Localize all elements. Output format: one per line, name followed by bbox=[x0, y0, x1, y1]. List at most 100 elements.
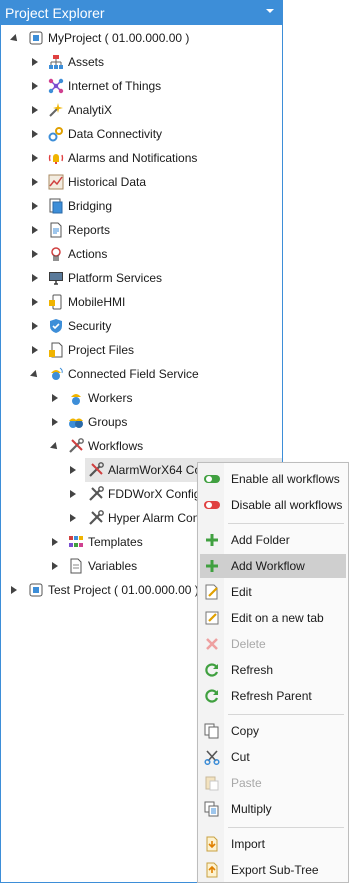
tree-node-label: Historical Data bbox=[68, 175, 147, 189]
scissors-icon bbox=[204, 750, 220, 765]
plus-icon bbox=[206, 560, 218, 572]
tree-node-label: Groups bbox=[88, 415, 128, 429]
expand-arrow-icon[interactable] bbox=[32, 106, 38, 114]
tree-node-label: Workers bbox=[88, 391, 133, 405]
tree-node-workflows[interactable]: Workflows bbox=[1, 434, 282, 458]
expand-arrow-icon[interactable] bbox=[32, 178, 38, 186]
tree-node-groups[interactable]: Groups bbox=[1, 410, 282, 434]
menu-item-label: Enable all workflows bbox=[231, 472, 340, 486]
edit-pencil-icon bbox=[205, 584, 218, 600]
expand-arrow-icon[interactable] bbox=[70, 466, 76, 474]
tree-node-platform-services[interactable]: Platform Services bbox=[1, 266, 282, 290]
menu-item-delete[interactable]: Delete bbox=[200, 632, 346, 656]
expand-arrow-icon[interactable] bbox=[32, 274, 38, 282]
delete-x-icon bbox=[206, 638, 218, 650]
expand-arrow-icon[interactable] bbox=[52, 538, 58, 546]
panel-title-bar: Project Explorer bbox=[1, 1, 282, 25]
menu-item-label: Export Sub-Tree bbox=[231, 863, 319, 877]
tree-node-project-files[interactable]: Project Files bbox=[1, 338, 282, 362]
tree-node-bridging[interactable]: Bridging bbox=[1, 194, 282, 218]
shield-icon bbox=[50, 319, 62, 333]
tree-node-label: Hyper Alarm Con bbox=[108, 511, 200, 525]
expand-arrow-icon[interactable] bbox=[11, 586, 17, 594]
menu-item-label: Multiply bbox=[231, 802, 272, 816]
menu-item-copy[interactable]: Copy bbox=[200, 719, 346, 743]
actions-icon bbox=[51, 247, 61, 261]
tree-node-analytix[interactable]: AnalytiX bbox=[1, 98, 282, 122]
expand-arrow-icon[interactable] bbox=[32, 130, 38, 138]
menu-item-disable-all-workflows[interactable]: Disable all workflows bbox=[200, 493, 346, 517]
tree-node-internet-of-things[interactable]: Internet of Things bbox=[1, 74, 282, 98]
tree-node-alarms-notifications[interactable]: Alarms and Notifications bbox=[1, 146, 282, 170]
tree-node-connected-field-service[interactable]: Connected Field Service bbox=[1, 362, 282, 386]
expand-arrow-icon[interactable] bbox=[32, 82, 38, 90]
expand-arrow-icon[interactable] bbox=[70, 514, 76, 522]
menu-item-multiply[interactable]: Multiply bbox=[200, 797, 346, 821]
tree-node-historical-data[interactable]: Historical Data bbox=[1, 170, 282, 194]
menu-item-label: Disable all workflows bbox=[231, 498, 343, 512]
expand-arrow-icon[interactable] bbox=[32, 154, 38, 162]
tree-node-actions[interactable]: Actions bbox=[1, 242, 282, 266]
expand-arrow-icon[interactable] bbox=[32, 58, 38, 66]
tree-node-label: Test Project ( 01.00.000.00 ) bbox=[48, 583, 199, 597]
mobile-device-icon bbox=[49, 294, 62, 310]
expand-arrow-icon[interactable] bbox=[52, 418, 58, 426]
paste-clipboard-icon bbox=[205, 776, 219, 791]
tree-node-label: Internet of Things bbox=[68, 79, 162, 93]
menu-item-refresh[interactable]: Refresh bbox=[200, 658, 346, 682]
historical-chart-icon bbox=[48, 174, 64, 190]
menu-item-label: Cut bbox=[231, 750, 250, 764]
expand-arrow-icon[interactable] bbox=[52, 394, 58, 402]
report-document-icon bbox=[50, 222, 62, 238]
tree-node-label: AlarmWorX64 Co bbox=[108, 463, 202, 477]
menu-item-label: Refresh Parent bbox=[231, 689, 312, 703]
expand-arrow-icon[interactable] bbox=[52, 562, 58, 570]
menu-item-import[interactable]: Import bbox=[200, 832, 346, 856]
tree-node-security[interactable]: Security bbox=[1, 314, 282, 338]
workflow-tools-icon bbox=[89, 486, 104, 501]
menu-item-label: Delete bbox=[231, 637, 266, 651]
group-icon bbox=[69, 418, 83, 428]
expand-arrow-icon[interactable] bbox=[32, 346, 38, 354]
expand-arrow-icon[interactable] bbox=[32, 250, 38, 258]
tree-node-workers[interactable]: Workers bbox=[1, 386, 282, 410]
tree-node-label: Platform Services bbox=[68, 271, 163, 285]
menu-item-label: Refresh bbox=[231, 663, 274, 677]
expand-arrow-icon[interactable] bbox=[32, 202, 38, 210]
tree-node-label: MyProject ( 01.00.000.00 ) bbox=[48, 31, 190, 45]
tree-node-data-connectivity[interactable]: Data Connectivity bbox=[1, 122, 282, 146]
menu-item-enable-all-workflows[interactable]: Enable all workflows bbox=[200, 467, 346, 491]
refresh-icon bbox=[205, 689, 219, 703]
expand-arrow-icon[interactable] bbox=[32, 322, 38, 330]
project-files-icon bbox=[49, 342, 63, 358]
menu-item-add-folder[interactable]: Add Folder bbox=[200, 528, 346, 552]
expand-arrow-icon[interactable] bbox=[32, 298, 38, 306]
menu-item-refresh-parent[interactable]: Refresh Parent bbox=[200, 684, 346, 708]
tree-node-reports[interactable]: Reports bbox=[1, 218, 282, 242]
expand-arrow-icon[interactable] bbox=[32, 226, 38, 234]
tree-node-label: Bridging bbox=[68, 199, 113, 213]
tree-node-mobilehmi[interactable]: MobileHMI bbox=[1, 290, 282, 314]
menu-item-add-workflow[interactable]: Add Workflow bbox=[200, 554, 346, 578]
menu-item-label: Add Folder bbox=[231, 533, 290, 547]
field-service-worker-icon bbox=[51, 367, 63, 380]
menu-item-edit[interactable]: Edit bbox=[200, 580, 346, 604]
alarm-bell-icon bbox=[48, 154, 64, 164]
tree-node-label: Project Files bbox=[68, 343, 135, 357]
variables-document-icon bbox=[70, 558, 82, 574]
menu-item-cut[interactable]: Cut bbox=[200, 745, 346, 769]
gears-icon bbox=[48, 127, 63, 142]
panel-menu-dropdown-icon[interactable] bbox=[266, 9, 274, 13]
templates-icon bbox=[69, 536, 83, 547]
tree-node-myproject[interactable]: MyProject ( 01.00.000.00 ) bbox=[1, 26, 282, 50]
expand-arrow-icon[interactable] bbox=[10, 34, 20, 44]
expand-arrow-icon[interactable] bbox=[70, 490, 76, 498]
tree-node-assets[interactable]: Assets bbox=[1, 50, 282, 74]
menu-item-paste[interactable]: Paste bbox=[200, 771, 346, 795]
expand-arrow-icon[interactable] bbox=[30, 370, 40, 380]
tree-node-label: AnalytiX bbox=[68, 103, 113, 117]
menu-item-export-sub-tree[interactable]: Export Sub-Tree bbox=[200, 858, 346, 882]
expand-arrow-icon[interactable] bbox=[50, 442, 60, 452]
menu-item-edit-new-tab[interactable]: Edit on a new tab bbox=[200, 606, 346, 630]
monitor-icon bbox=[49, 272, 63, 285]
